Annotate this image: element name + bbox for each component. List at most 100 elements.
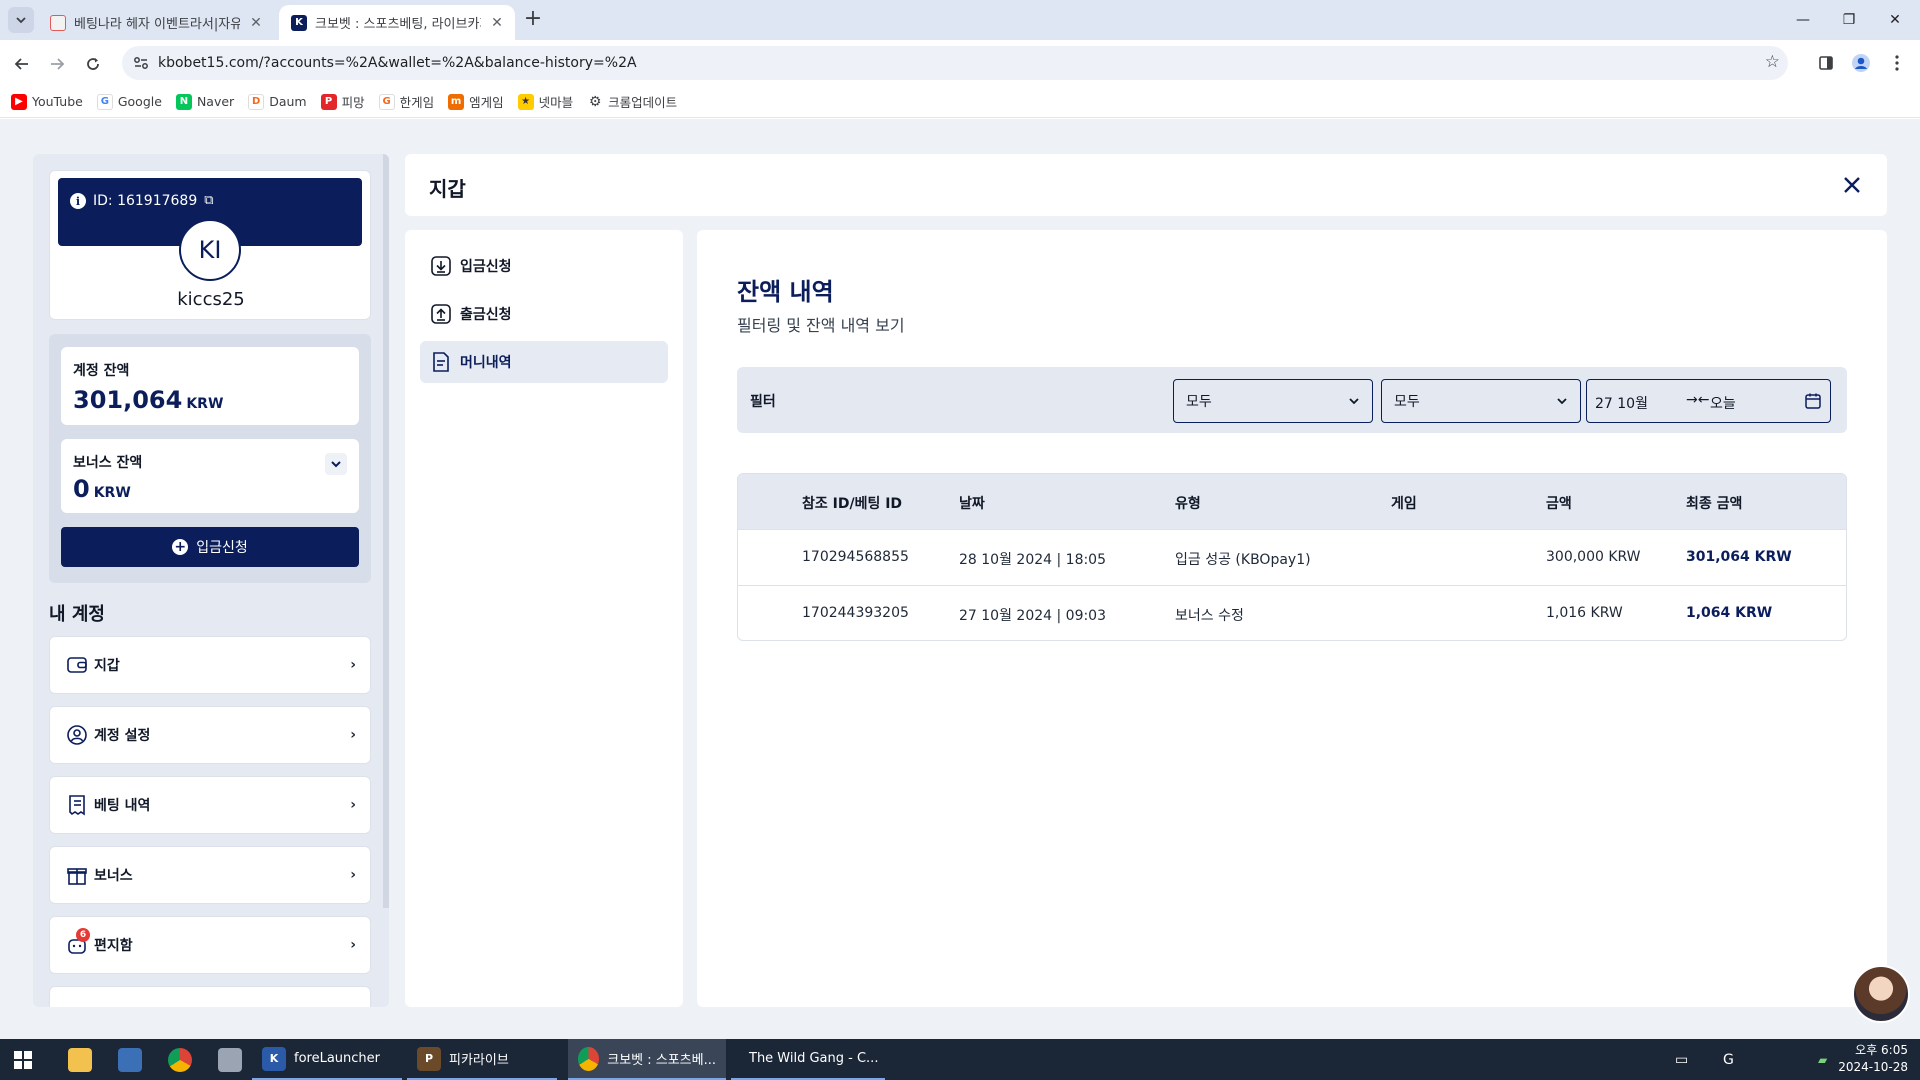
menu-item-betting-history[interactable]: 베팅 내역 › bbox=[49, 776, 371, 834]
gear-icon: ⚙ bbox=[588, 93, 602, 110]
chevron-right-icon: › bbox=[350, 797, 356, 813]
profile-icon bbox=[1852, 54, 1870, 72]
bookmark-mgame[interactable]: m 엠게임 bbox=[448, 92, 504, 111]
bookmark-daum[interactable]: D Daum bbox=[248, 93, 307, 110]
taskbar-wild-gang[interactable]: The Wild Gang - C... bbox=[731, 1039, 885, 1080]
copy-icon[interactable]: ⧉ bbox=[204, 193, 213, 208]
profile-button[interactable] bbox=[1848, 50, 1874, 76]
tray-display-icon[interactable]: ▭ bbox=[1665, 1039, 1698, 1080]
document-icon bbox=[433, 352, 449, 372]
inbox-badge: 6 bbox=[76, 928, 90, 942]
account-balance-label: 계정 잔액 bbox=[73, 363, 130, 379]
app-icon bbox=[218, 1047, 242, 1072]
bookmark-netmarble[interactable]: ★ 넷마블 bbox=[517, 92, 573, 111]
taskbar-forelauncher[interactable]: KforeLauncher bbox=[252, 1039, 402, 1080]
page-subtitle: 필터링 및 잔액 내역 보기 bbox=[737, 316, 905, 335]
cell-type: 입금 성공 (KBOpay1) bbox=[1175, 552, 1311, 568]
table-header: 참조 ID/베팅 ID 날짜 유형 게임 금액 최종 금액 bbox=[738, 474, 1846, 529]
table-row: 170244393205 27 10월 2024 | 09:03 보너스 수정 … bbox=[738, 585, 1846, 640]
taskbar-app-4[interactable] bbox=[208, 1039, 252, 1080]
bookmark-naver[interactable]: N Naver bbox=[175, 93, 234, 110]
menu-item-more[interactable] bbox=[49, 986, 371, 1007]
tray-app-icon[interactable]: G bbox=[1713, 1039, 1744, 1080]
filter-select-1[interactable]: 모두 bbox=[1173, 379, 1373, 423]
taskbar-kbobet[interactable]: 크보벳 : 스포츠베... bbox=[568, 1039, 726, 1080]
side-panel-button[interactable] bbox=[1813, 50, 1839, 76]
close-icon bbox=[1844, 177, 1860, 193]
account-sidebar: i ID: 161917689 ⧉ KI kiccs25 계정 잔액 301,0… bbox=[33, 154, 389, 1007]
username: kiccs25 bbox=[177, 289, 245, 310]
site-settings-icon[interactable] bbox=[132, 54, 150, 72]
bookmark-google[interactable]: G Google bbox=[96, 93, 162, 110]
bookmark-hangame[interactable]: G 한게임 bbox=[378, 92, 434, 111]
sidebar-scrollbar[interactable] bbox=[383, 154, 389, 908]
chevron-down-icon bbox=[1349, 398, 1359, 405]
bonus-expand-button[interactable] bbox=[325, 453, 347, 475]
chrome-icon bbox=[168, 1047, 192, 1072]
nav-deposit[interactable]: 입금신청 bbox=[420, 245, 668, 287]
minimize-button[interactable]: — bbox=[1780, 0, 1826, 40]
arrow-right-icon bbox=[51, 58, 65, 70]
start-button[interactable] bbox=[4, 1039, 42, 1080]
col-game: 게임 bbox=[1391, 496, 1417, 512]
tray-battery-icon[interactable]: ▰ bbox=[1808, 1039, 1837, 1080]
taskbar-picalive[interactable]: P 피카라이브 bbox=[407, 1039, 557, 1080]
deposit-button[interactable]: + 입금신청 bbox=[61, 527, 359, 567]
menu-item-bonus[interactable]: 보너스 › bbox=[49, 846, 371, 904]
address-bar[interactable]: kbobet15.com/?accounts=%2A&wallet=%2A&ba… bbox=[122, 46, 1788, 80]
col-date: 날짜 bbox=[959, 496, 985, 512]
hangame-icon: G bbox=[378, 93, 395, 110]
support-chat-avatar[interactable] bbox=[1852, 965, 1910, 1023]
reload-button[interactable] bbox=[79, 50, 107, 78]
date-from: 27 10월 bbox=[1595, 396, 1648, 412]
forward-button[interactable] bbox=[43, 50, 71, 78]
close-window-button[interactable]: ✕ bbox=[1872, 0, 1918, 40]
cell-date: 28 10월 2024 | 18:05 bbox=[959, 552, 1107, 568]
nav-money-history[interactable]: 머니내역 bbox=[420, 341, 668, 383]
bookmark-pmang[interactable]: P 피망 bbox=[320, 92, 365, 111]
bonus-balance-label: 보너스 잔액 bbox=[73, 455, 143, 471]
new-tab-button[interactable]: + bbox=[521, 8, 545, 32]
bonus-balance-card: 보너스 잔액 0 KRW bbox=[61, 439, 359, 513]
kbobet-favicon-icon: K bbox=[291, 14, 307, 31]
col-amount: 금액 bbox=[1546, 496, 1572, 512]
chevron-down-icon bbox=[331, 461, 341, 468]
close-tab-icon[interactable]: ✕ bbox=[248, 15, 264, 31]
account-balance-card: 계정 잔액 301,064 KRW bbox=[61, 347, 359, 425]
chevron-right-icon: › bbox=[350, 867, 356, 883]
bookmark-chrome-update[interactable]: ⚙ 크롬업데이트 bbox=[587, 92, 677, 111]
menu-item-inbox[interactable]: 6 편지함 › bbox=[49, 916, 371, 974]
cell-amount: 300,000 KRW bbox=[1546, 549, 1641, 565]
taskbar-file-explorer[interactable] bbox=[58, 1039, 102, 1080]
chrome-menu-button[interactable] bbox=[1884, 50, 1910, 76]
tab-bettingnara[interactable]: 베팅나라 헤자 이벤트라서|자유 ✕ bbox=[38, 5, 274, 40]
clock[interactable]: 오후 6:05 2024-10-28 bbox=[1838, 1042, 1908, 1076]
tab-kbobet[interactable]: K 크보벳 : 스포츠베팅, 라이브카지 ✕ bbox=[279, 5, 515, 40]
menu-item-wallet[interactable]: 지갑 › bbox=[49, 636, 371, 694]
balance-history-panel: 잔액 내역 필터링 및 잔액 내역 보기 필터 모두 모두 27 10월 →← … bbox=[697, 230, 1887, 1007]
mail-icon: 6 bbox=[66, 928, 90, 956]
restore-button[interactable]: ❐ bbox=[1826, 0, 1872, 40]
taskbar-app-2[interactable] bbox=[108, 1039, 152, 1080]
taskbar-chrome[interactable] bbox=[158, 1039, 202, 1080]
tab-search-button[interactable] bbox=[8, 7, 34, 33]
daum-icon: D bbox=[248, 93, 265, 110]
bonus-balance-amount: 0 KRW bbox=[73, 475, 131, 503]
balance-history-table: 참조 ID/베팅 ID 날짜 유형 게임 금액 최종 금액 1702945688… bbox=[737, 473, 1847, 641]
calendar-icon[interactable] bbox=[1804, 392, 1822, 410]
back-button[interactable] bbox=[8, 50, 36, 78]
pmang-icon: P bbox=[320, 93, 337, 110]
nav-withdraw[interactable]: 출금신청 bbox=[420, 293, 668, 335]
date-range-picker[interactable]: 27 10월 →← 오늘 bbox=[1586, 379, 1831, 423]
menu-item-account-settings[interactable]: 계정 설정 › bbox=[49, 706, 371, 764]
close-wallet-button[interactable] bbox=[1837, 170, 1867, 200]
bookmark-star-icon[interactable]: ☆ bbox=[1765, 52, 1780, 72]
bookmark-youtube[interactable]: ▶ YouTube bbox=[11, 93, 83, 110]
close-tab-icon[interactable]: ✕ bbox=[489, 15, 505, 31]
filter-select-2[interactable]: 모두 bbox=[1381, 379, 1581, 423]
app-icon bbox=[118, 1047, 142, 1072]
date-to: 오늘 bbox=[1710, 396, 1736, 412]
bookmarks-bar: ▶ YouTube G Google N Naver D Daum P 피망 G 한게임 m… bbox=[0, 86, 1920, 118]
info-icon: i bbox=[70, 193, 86, 209]
col-ref-id: 참조 ID/베팅 ID bbox=[802, 496, 903, 512]
